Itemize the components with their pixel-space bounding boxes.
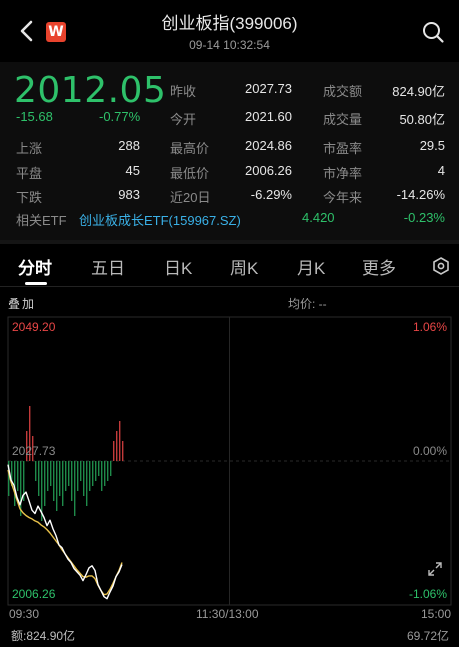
flat-count-label: 平盘	[16, 166, 43, 181]
twenty-day-label: 近20日	[170, 190, 211, 205]
prev-close-label: 昨收	[170, 84, 197, 99]
y-axis-mid: 2027.73	[12, 444, 56, 458]
diff-bar	[107, 461, 109, 481]
diff-bar	[65, 461, 67, 491]
diff-bar	[101, 461, 103, 491]
chart-period-tabs: 分时 五日 日K 周K 月K 更多	[0, 244, 459, 286]
diff-bar	[17, 461, 19, 491]
diff-bar	[74, 461, 76, 516]
flat-count-value: 45	[125, 163, 140, 178]
pct-axis-min: -1.06%	[408, 587, 447, 601]
page-title: 创业板指(399006)	[161, 14, 298, 33]
pct-axis-max: 1.06%	[412, 320, 447, 334]
diff-bar	[53, 461, 55, 501]
pb-value: 4	[437, 163, 445, 178]
diff-bar	[122, 441, 124, 461]
x-tick-midday: 11:30/13:00	[196, 607, 259, 621]
top-bar: W 创业板指(399006) 09-14 10:32:54	[0, 0, 459, 60]
diff-bar	[86, 461, 88, 506]
twenty-day-value: -6.29%	[250, 187, 292, 202]
high-value: 2024.86	[245, 138, 292, 153]
turnover-amount-label: 额:824.90亿	[11, 629, 76, 643]
tab-more[interactable]: 更多	[362, 254, 396, 279]
tab-intraday[interactable]: 分时	[18, 254, 52, 279]
y-axis-max: 2049.20	[12, 320, 56, 334]
diff-bar	[14, 461, 16, 506]
diff-bar	[92, 461, 94, 486]
diff-bar	[89, 461, 91, 491]
quote-panel: 2012.05 -15.68 -0.77% 上涨 288 昨收 2027.73 …	[0, 62, 459, 240]
volume-value: 50.80亿	[399, 112, 445, 127]
rise-count-value: 288	[118, 138, 140, 153]
active-tab-indicator	[25, 282, 47, 285]
chart-toolbar: 叠加 均价: --	[0, 290, 459, 312]
expand-icon[interactable]	[427, 561, 443, 577]
related-etf-label: 相关ETF	[16, 213, 67, 228]
diff-bar	[98, 461, 100, 476]
diff-bar	[35, 461, 37, 481]
volume-strip: 额:824.90亿 69.72亿	[0, 620, 459, 647]
x-tick-close: 15:00	[420, 607, 451, 621]
tab-monthly-k[interactable]: 月K	[297, 254, 325, 279]
x-tick-open: 09:30	[9, 607, 40, 621]
settings-icon[interactable]	[432, 257, 450, 275]
related-etf-change: -0.23%	[403, 210, 445, 225]
low-value: 2006.26	[245, 163, 292, 178]
open-label: 今开	[170, 112, 197, 127]
intraday-chart[interactable]	[0, 312, 459, 612]
volume-label: 成交量	[323, 112, 363, 127]
diff-bar	[71, 461, 73, 501]
prev-close-value: 2027.73	[245, 81, 292, 96]
diff-bar	[104, 461, 106, 486]
open-value: 2021.60	[245, 109, 292, 124]
current-price: 2012.05	[14, 70, 167, 111]
diff-bar	[113, 441, 115, 461]
price-change: -15.68	[16, 109, 53, 124]
diff-bar	[116, 431, 118, 461]
diff-bar	[95, 461, 97, 481]
pct-axis-mid: 0.00%	[412, 444, 447, 458]
intraday-chart-svg	[7, 316, 452, 606]
diff-bar	[38, 461, 40, 496]
fall-count-value: 983	[118, 187, 140, 202]
pe-label: 市盈率	[323, 141, 363, 156]
diff-bar	[44, 461, 46, 506]
diff-bar	[47, 461, 49, 491]
related-etf-price: 4.420	[302, 210, 335, 225]
ytd-value: -14.26%	[396, 187, 445, 202]
y-axis-min: 2006.26	[12, 587, 56, 601]
tabs-divider	[0, 286, 459, 287]
quote-datetime: 09-14 10:32:54	[189, 38, 270, 52]
related-etf-link[interactable]: 创业板成长ETF(159967.SZ)	[79, 210, 241, 229]
overlay-button[interactable]: 叠加	[8, 295, 36, 312]
low-label: 最低价	[170, 166, 210, 181]
price-change-percent: -0.77%	[99, 109, 141, 124]
fall-count-label: 下跌	[16, 190, 43, 205]
diff-bar	[119, 421, 121, 461]
diff-bar	[68, 461, 70, 486]
diff-bar	[110, 461, 112, 476]
tab-weekly-k[interactable]: 周K	[230, 254, 258, 279]
diff-bar	[77, 461, 79, 491]
diff-bar	[56, 461, 58, 511]
pb-label: 市净率	[323, 166, 363, 181]
turnover-value: 824.90亿	[392, 84, 445, 99]
diff-bar	[50, 461, 52, 486]
search-icon[interactable]	[421, 20, 445, 44]
pe-value: 29.5	[419, 138, 445, 153]
rise-count-label: 上涨	[16, 141, 43, 156]
diff-bar	[80, 461, 82, 481]
ytd-label: 今年来	[323, 190, 363, 205]
diff-bar	[59, 461, 61, 496]
turnover-label: 成交额	[323, 84, 363, 99]
avg-price-label: 均价: --	[288, 297, 327, 311]
volume-max-label: 69.72亿	[406, 629, 449, 643]
high-label: 最高价	[170, 141, 210, 156]
diff-bar	[62, 461, 64, 506]
tab-daily-k[interactable]: 日K	[164, 254, 192, 279]
tab-five-day[interactable]: 五日	[91, 254, 125, 279]
diff-bar	[83, 461, 85, 496]
